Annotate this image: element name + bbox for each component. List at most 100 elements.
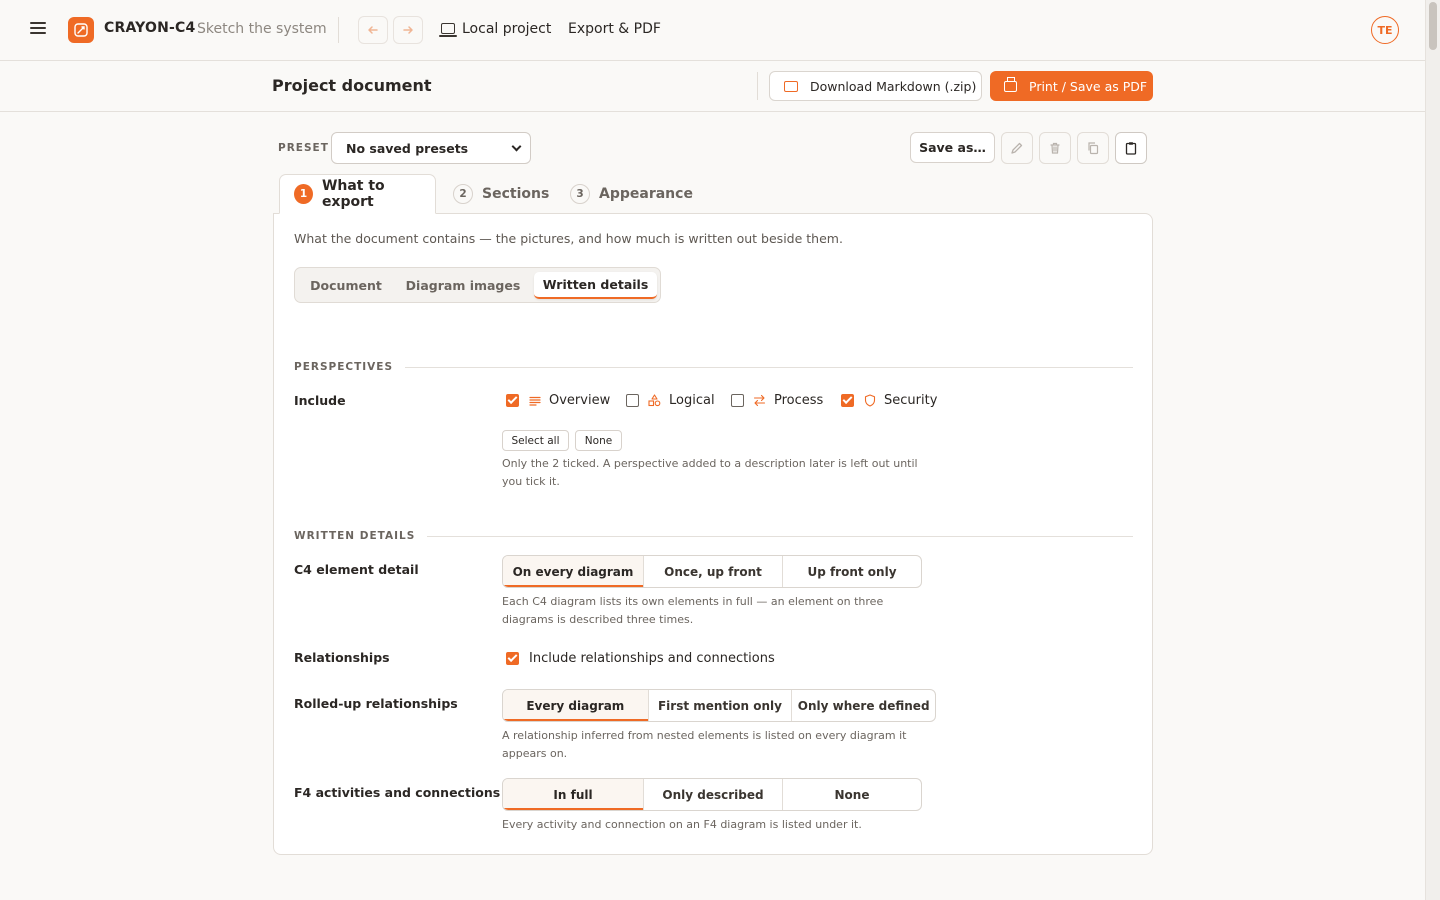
shapes-icon [648, 394, 661, 407]
tab-sections[interactable]: 2 Sections [453, 174, 549, 214]
rolled-up-help: A relationship inferred from nested elem… [502, 729, 907, 760]
logical-checkbox[interactable] [626, 394, 639, 407]
print-pdf-label: Print / Save as PDF [1029, 78, 1148, 94]
c4-option-up-front-only[interactable]: Up front only [782, 556, 921, 587]
rolled-up-option-only-where-defined[interactable]: Only where defined [791, 690, 935, 721]
f4-option-only-described[interactable]: Only described [643, 779, 782, 810]
tab-label: Appearance [599, 186, 693, 202]
divider [757, 72, 758, 100]
divider [338, 17, 339, 43]
rolled-up-options: Every diagram First mention only Only wh… [502, 689, 936, 722]
step-number: 3 [570, 184, 590, 204]
top-bar: CRAYON-C4 Sketch the system Local projec… [0, 0, 1425, 61]
paste-preset-button[interactable] [1115, 132, 1147, 164]
shield-icon [863, 394, 876, 407]
perspective-security[interactable]: Security [841, 393, 937, 408]
lines-icon [528, 394, 541, 407]
relationships-checkbox[interactable] [506, 652, 519, 665]
tab-appearance[interactable]: 3 Appearance [570, 174, 693, 214]
step-number: 2 [453, 184, 473, 204]
tab-label: Sections [482, 186, 550, 202]
clipboard-icon [1125, 142, 1137, 155]
page-scrollbar[interactable] [1425, 0, 1440, 900]
scrollbar-thumb[interactable] [1429, 2, 1437, 50]
f4-options: In full Only described None [502, 778, 922, 811]
crayon-logo-icon [74, 23, 88, 37]
nav-export-pdf[interactable]: Export & PDF [568, 21, 661, 37]
trash-icon [1050, 142, 1060, 154]
subtab-diagram-images[interactable]: Diagram images [397, 272, 529, 299]
c4-detail-help: Each C4 diagram lists its own elements i… [502, 595, 884, 626]
document-header: Project document Download Markdown (.zip… [0, 61, 1425, 112]
download-markdown-button[interactable]: Download Markdown (.zip) [769, 71, 982, 101]
f4-label: F4 activities and connections [294, 785, 501, 800]
section-title: WRITTEN DETAILS [294, 530, 416, 542]
export-panel: What the document contains — the picture… [273, 213, 1153, 855]
arrow-right-icon [403, 26, 413, 34]
pencil-icon [1011, 142, 1023, 154]
section-perspectives: PERSPECTIVES [294, 361, 1133, 373]
rename-preset-button[interactable] [1001, 132, 1033, 164]
section-title: PERSPECTIVES [294, 361, 394, 373]
back-button[interactable] [358, 16, 388, 44]
print-pdf-button[interactable]: Print / Save as PDF [990, 71, 1153, 101]
app-logo[interactable] [68, 17, 94, 43]
include-label: Include [294, 393, 346, 408]
preset-label: PRESET [278, 142, 329, 154]
perspective-label: Process [774, 393, 824, 408]
c4-option-every-diagram[interactable]: On every diagram [503, 556, 643, 587]
perspective-process[interactable]: Process [731, 393, 823, 408]
laptop-icon [439, 23, 457, 37]
perspective-logical[interactable]: Logical [626, 393, 715, 408]
perspectives-help: Only the 2 ticked. A perspective added t… [502, 457, 918, 488]
step-number: 1 [294, 184, 313, 204]
tab-label: What to export [321, 178, 385, 210]
subtab-written-details[interactable]: Written details [534, 272, 657, 299]
process-checkbox[interactable] [731, 394, 744, 407]
swap-arrows-icon [753, 394, 766, 407]
arrow-left-icon [368, 26, 378, 34]
panel-intro: What the document contains — the picture… [294, 231, 843, 246]
download-markdown-label: Download Markdown (.zip) [810, 78, 977, 94]
security-checkbox[interactable] [841, 394, 854, 407]
delete-preset-button[interactable] [1039, 132, 1071, 164]
section-written-details: WRITTEN DETAILS [294, 530, 1133, 542]
subtab-document[interactable]: Document [299, 272, 393, 299]
menu-icon[interactable] [30, 22, 46, 36]
user-avatar[interactable]: TE [1371, 16, 1399, 44]
perspective-label: Security [884, 393, 938, 408]
perspective-label: Overview [549, 393, 611, 408]
printer-icon [1004, 76, 1017, 92]
perspective-overview[interactable]: Overview [506, 393, 610, 408]
c4-option-once-up-front[interactable]: Once, up front [643, 556, 782, 587]
rolled-up-option-first-mention[interactable]: First mention only [647, 690, 792, 721]
c4-detail-label: C4 element detail [294, 562, 419, 577]
preset-select[interactable]: No saved presets [331, 132, 531, 164]
f4-help: Every activity and connection on an F4 d… [502, 818, 862, 831]
chevron-down-icon [511, 141, 522, 152]
perspective-label: Logical [669, 393, 715, 408]
page-title: Project document [272, 76, 432, 95]
rolled-up-label: Rolled-up relationships [294, 696, 458, 711]
forward-button[interactable] [393, 16, 423, 44]
tab-what-to-export[interactable]: 1 What to export [279, 174, 436, 214]
subtab-group: Document Diagram images Written details [294, 267, 661, 303]
nav-local-project[interactable]: Local project [462, 21, 551, 37]
select-all-button[interactable]: Select all [502, 430, 569, 451]
relationships-toggle[interactable]: Include relationships and connections [506, 651, 775, 666]
relationships-label: Relationships [294, 650, 390, 665]
app-tagline: Sketch the system [197, 21, 327, 37]
c4-detail-options: On every diagram Once, up front Up front… [502, 555, 922, 588]
f4-option-in-full[interactable]: In full [503, 779, 643, 810]
folder-icon [784, 80, 798, 92]
app-name: CRAYON-C4 [104, 20, 196, 36]
copy-icon [1088, 142, 1099, 155]
rolled-up-option-every-diagram[interactable]: Every diagram [503, 690, 648, 721]
save-as-button[interactable]: Save as… [910, 132, 995, 163]
select-none-button[interactable]: None [575, 430, 622, 451]
f4-option-none[interactable]: None [782, 779, 921, 810]
relationships-checkbox-label: Include relationships and connections [529, 651, 775, 666]
preset-selected-value: No saved presets [346, 140, 469, 156]
overview-checkbox[interactable] [506, 394, 519, 407]
copy-preset-button[interactable] [1077, 132, 1109, 164]
